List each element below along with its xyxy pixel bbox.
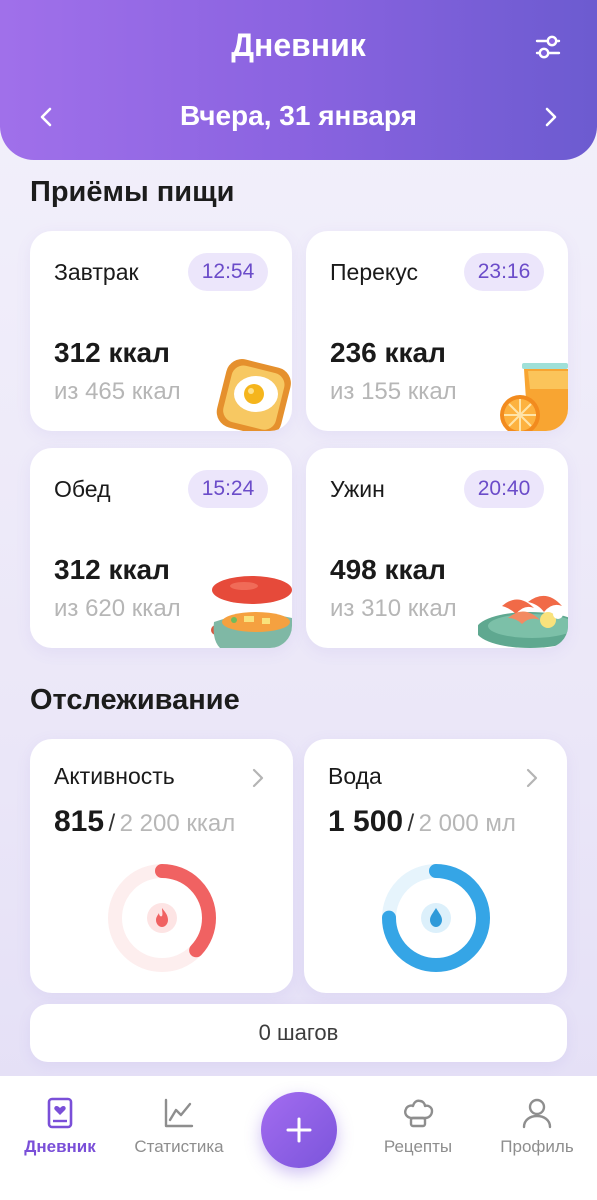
meal-name: Обед <box>54 476 111 502</box>
activity-card[interactable]: Активность 815 / 2 200 ккал <box>30 739 293 993</box>
tab-diary-label: Дневник <box>24 1137 96 1156</box>
filter-settings-icon[interactable] <box>535 33 561 61</box>
water-progress-ring <box>382 864 490 972</box>
soup-pot-icon <box>211 576 292 648</box>
current-date[interactable]: Вчера, 31 января <box>0 100 597 132</box>
activity-separator: / <box>108 810 116 837</box>
orange-juice-icon <box>500 363 568 431</box>
meal-time-badge: 23:16 <box>464 253 544 291</box>
meal-name: Ужин <box>330 476 385 502</box>
water-card[interactable]: Вода 1 500 / 2 000 мл <box>304 739 567 993</box>
tab-profile[interactable]: Профиль <box>477 1096 597 1157</box>
activity-progress-ring <box>108 864 216 972</box>
user-icon <box>522 1098 552 1129</box>
water-values: 1 500 / 2 000 мл <box>328 805 516 839</box>
chart-line-icon <box>164 1098 194 1128</box>
date-switcher: Вчера, 31 января <box>0 98 597 138</box>
meal-time-badge: 12:54 <box>188 253 268 291</box>
meal-kcal: 236 ккал <box>330 337 446 368</box>
plus-icon <box>286 1117 312 1143</box>
meal-kcal-goal: из 310 ккал <box>330 595 457 622</box>
meal-card-lunch[interactable]: Обед 15:24 312 ккал из 620 ккал <box>30 448 292 648</box>
meal-time-badge: 15:24 <box>188 470 268 508</box>
meal-card-dinner[interactable]: Ужин 20:40 498 ккал из 310 ккал <box>306 448 568 648</box>
tab-profile-label: Профиль <box>500 1137 574 1156</box>
chevron-right-icon[interactable] <box>539 106 561 128</box>
chevron-right-icon[interactable] <box>251 767 265 789</box>
meal-name: Перекус <box>330 259 418 285</box>
meals-section-title: Приёмы пищи <box>30 176 235 208</box>
tracking-section-title: Отслеживание <box>30 684 240 716</box>
tab-statistics[interactable]: Статистика <box>119 1096 239 1157</box>
water-title: Вода <box>328 763 382 789</box>
meal-kcal: 312 ккал <box>54 337 170 368</box>
header: Дневник Вчера, 31 января <box>0 0 597 160</box>
meal-time-badge: 20:40 <box>464 470 544 508</box>
shrimp-plate-icon <box>478 595 568 648</box>
activity-current: 815 <box>54 805 105 838</box>
chef-hat-icon <box>404 1099 434 1128</box>
meal-kcal-goal: из 465 ккал <box>54 378 181 405</box>
activity-values: 815 / 2 200 ккал <box>54 805 235 839</box>
meal-kcal: 312 ккал <box>54 554 170 585</box>
meal-kcal: 498 ккал <box>330 554 446 585</box>
water-current: 1 500 <box>328 805 404 838</box>
meal-name: Завтрак <box>54 259 139 285</box>
meal-card-snack[interactable]: Перекус 23:16 236 ккал из 155 ккал <box>306 231 568 431</box>
water-separator: / <box>407 810 415 837</box>
page-title: Дневник <box>231 27 366 63</box>
steps-counter[interactable]: 0 шагов <box>30 1004 567 1062</box>
diary-book-icon <box>47 1097 73 1129</box>
add-button[interactable] <box>261 1092 337 1168</box>
activity-title: Активность <box>54 763 175 789</box>
activity-goal: 2 200 ккал <box>119 810 236 837</box>
water-goal: 2 000 мл <box>418 810 516 837</box>
chevron-right-icon[interactable] <box>525 767 539 789</box>
meal-kcal-goal: из 620 ккал <box>54 595 181 622</box>
tab-statistics-label: Статистика <box>134 1137 224 1156</box>
meal-card-breakfast[interactable]: Завтрак 12:54 312 ккал из 465 ккал <box>30 231 292 431</box>
toast-egg-icon <box>216 359 291 431</box>
meal-kcal-goal: из 155 ккал <box>330 378 457 405</box>
tab-recipes[interactable]: Рецепты <box>358 1096 478 1157</box>
tab-diary[interactable]: Дневник <box>0 1096 120 1157</box>
tab-recipes-label: Рецепты <box>383 1137 453 1156</box>
